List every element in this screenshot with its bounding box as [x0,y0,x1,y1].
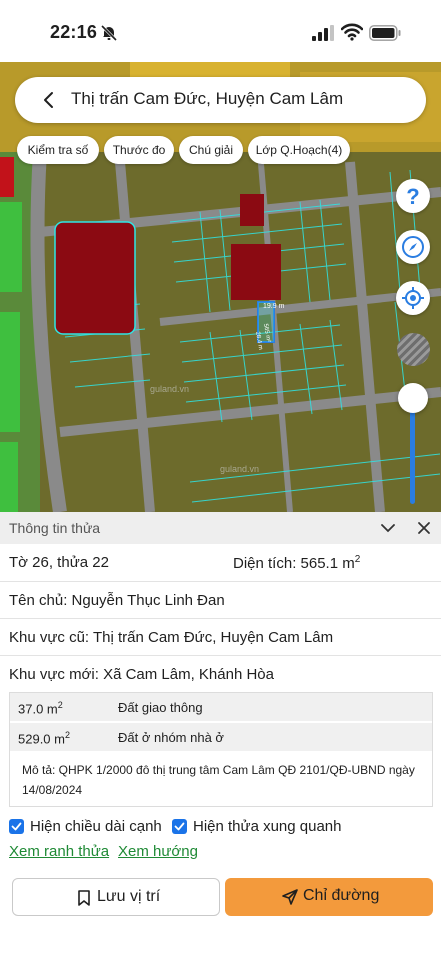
show-edge-length-label[interactable]: Hiện chiều dài cạnh [30,818,162,835]
location-search-bar[interactable]: Thị trấn Cam Đức, Huyện Cam Lâm [15,77,426,123]
directions-label: Chỉ đường [303,887,380,904]
parcel-area: Diện tích: 565.1 m2 [233,554,360,572]
bell-slash-icon [100,24,118,42]
location-title[interactable]: Thị trấn Cam Đức, Huyện Cam Lâm [71,89,343,109]
opacity-slider-thumb[interactable] [398,383,428,413]
compass-button[interactable] [396,230,430,264]
status-bar: 22:16 [0,0,441,62]
directions-button[interactable]: Chỉ đường [225,878,433,916]
opacity-slider-track[interactable] [410,400,415,504]
chip-planning-layers[interactable]: Lớp Q.Hoạch(4) [248,136,350,164]
help-button[interactable]: ? [396,179,430,213]
back-arrow-icon[interactable] [39,90,59,110]
owner-row: Tên chủ: Nguyễn Thục Linh Đan [0,582,441,619]
layer-opacity-toggle[interactable] [397,333,430,366]
checkmark-icon [174,822,185,831]
area-text: Diện tích: 565.1 m [233,555,355,572]
view-direction-link[interactable]: Xem hướng [118,843,198,860]
compass-icon [402,236,424,258]
map-watermark: guland.vn [220,464,259,474]
chip-check-number[interactable]: Kiểm tra số [17,136,99,164]
bookmark-icon [78,890,90,906]
area-unit-exponent: 2 [354,554,361,565]
zone-size-exponent: 2 [57,700,63,710]
planning-map[interactable]: 19.9 m 28.4 m 565 m² guland.vn guland.vn [0,62,441,512]
parcel-info-header: Thông tin thửa [0,512,441,544]
parcel-edge-top-label: 19.9 m [263,303,285,310]
zone-type: Đất ở nhóm nhà ở [118,730,224,745]
checkmark-icon [11,822,22,831]
new-administrative-area: Khu vực mới: Xã Cam Lâm, Khánh Hòa [9,666,274,683]
sheet-parcel-number: Tờ 26, thửa 22 [9,554,109,571]
locate-button[interactable] [396,281,430,315]
land-use-table: 37.0 m2 Đất giao thông 529.0 m2 Đất ở nh… [9,692,433,807]
view-boundary-link[interactable]: Xem ranh thửa [9,843,109,860]
owner-name: Tên chủ: Nguyễn Thục Linh Đan [9,592,225,609]
zone-type: Đất giao thông [118,700,203,715]
navigation-arrow-icon [282,889,298,905]
help-icon: ? [406,184,419,208]
chevron-down-icon[interactable] [380,521,396,535]
zone-size-text: 37.0 m [18,701,58,717]
new-area-row: Khu vực mới: Xã Cam Lâm, Khánh Hòa [0,656,441,692]
panel-title: Thông tin thửa [9,520,101,536]
close-icon[interactable] [417,521,431,535]
planning-description: Mô tả: QHPK 1/2000 đô thị trung tâm Cam … [22,763,415,797]
map-watermark: guland.vn [150,384,189,394]
battery-icon [369,25,401,41]
show-surrounding-parcels-label[interactable]: Hiện thửa xung quanh [193,818,341,835]
cellular-signal-icon [312,25,334,41]
old-area-row: Khu vực cũ: Thị trấn Cam Đức, Huyện Cam … [0,619,441,656]
zone-size-text: 529.0 m [18,731,65,747]
zone-size-exponent: 2 [64,730,70,740]
save-location-button[interactable]: Lưu vị trí [12,878,220,916]
map-canvas[interactable]: 19.9 m 28.4 m 565 m² guland.vn guland.vn [0,62,441,512]
old-administrative-area: Khu vực cũ: Thị trấn Cam Đức, Huyện Cam … [9,629,334,646]
table-row: 37.0 m2 Đất giao thông [10,693,432,722]
status-time: 22:16 [50,22,98,42]
svg-text:?: ? [406,184,419,208]
show-edge-length-checkbox[interactable] [9,819,24,834]
chip-measure[interactable]: Thước đo [104,136,174,164]
zone-size: 529.0 m2 [18,730,70,746]
show-surrounding-parcels-checkbox[interactable] [172,819,187,834]
save-location-label: Lưu vị trí [97,888,161,905]
zone-size: 37.0 m2 [18,700,63,716]
locate-icon [402,287,424,309]
chip-legend[interactable]: Chú giải [179,136,243,164]
wifi-icon [341,23,363,41]
parcel-id-row: Tờ 26, thửa 22 Diện tích: 565.1 m2 [0,544,441,582]
table-row: 529.0 m2 Đất ở nhóm nhà ở [10,723,432,752]
